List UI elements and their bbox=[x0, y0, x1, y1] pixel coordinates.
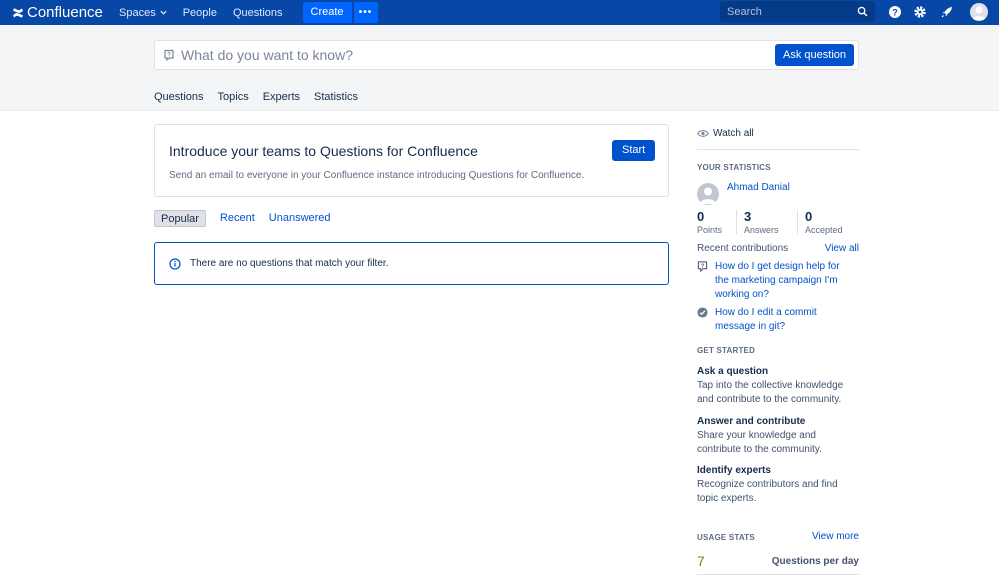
svg-text:?: ? bbox=[892, 8, 898, 18]
identify-experts-description: Recognize contributors and find topic ex… bbox=[697, 479, 838, 504]
your-statistics-heading: YOUR STATISTICS bbox=[697, 163, 771, 172]
question-bubble-icon: ? bbox=[164, 49, 174, 61]
user-name-link[interactable]: Ahmad Danial bbox=[727, 182, 790, 193]
global-search[interactable] bbox=[720, 1, 875, 22]
svg-text:?: ? bbox=[167, 53, 171, 59]
tab-questions[interactable]: Questions bbox=[154, 91, 204, 103]
stat-divider bbox=[797, 210, 798, 234]
stat-points: 0 Points bbox=[697, 209, 722, 235]
user-avatar-icon bbox=[972, 6, 986, 20]
create-button[interactable]: Create bbox=[302, 2, 352, 23]
tab-experts[interactable]: Experts bbox=[263, 91, 300, 103]
stat-accepted: 0 Accepted bbox=[805, 209, 843, 235]
answer-contribute-title: Answer and contribute bbox=[697, 416, 806, 427]
ask-question-title: Ask a question bbox=[697, 366, 769, 377]
watch-all-link[interactable]: Watch all bbox=[697, 128, 754, 139]
identify-experts-title: Identify experts bbox=[697, 465, 771, 476]
recent-contributions-heading: Recent contributions bbox=[697, 243, 789, 254]
view-all-link[interactable]: View all bbox=[825, 243, 859, 254]
divider bbox=[697, 574, 859, 575]
ask-question-input[interactable] bbox=[181, 47, 761, 63]
user-avatar[interactable] bbox=[970, 3, 988, 21]
confluence-logo[interactable]: Confluence bbox=[12, 4, 106, 21]
nav-questions[interactable]: Questions bbox=[230, 0, 286, 25]
user-profile: Ahmad Danial bbox=[697, 182, 790, 205]
empty-state-message: There are no questions that match your f… bbox=[154, 242, 669, 285]
tab-topics[interactable]: Topics bbox=[218, 91, 249, 103]
questions-header: ? Ask question Questions Topics Experts … bbox=[0, 25, 999, 111]
logo-text: Confluence bbox=[27, 4, 103, 21]
nav-spaces-label: Spaces bbox=[119, 6, 156, 19]
ask-question-description: Tap into the collective knowledge and co… bbox=[697, 380, 844, 405]
stat-divider bbox=[736, 210, 737, 234]
divider bbox=[697, 149, 859, 150]
get-started-heading: GET STARTED bbox=[697, 346, 756, 355]
settings-gear-icon[interactable] bbox=[913, 5, 927, 19]
stat-answers: 3 Answers bbox=[744, 209, 779, 235]
question-icon: ? bbox=[697, 261, 708, 272]
confluence-logo-icon bbox=[13, 7, 23, 18]
contribution-item[interactable]: ? How do I get design help for the marke… bbox=[697, 260, 855, 302]
usage-stat-label: Questions per day bbox=[771, 556, 859, 567]
ask-question-box[interactable]: ? Ask question bbox=[154, 40, 859, 70]
filter-recent[interactable]: Recent bbox=[220, 210, 255, 227]
question-filters: Popular Recent Unanswered bbox=[154, 210, 345, 227]
start-button[interactable]: Start bbox=[612, 140, 656, 161]
chevron-down-icon bbox=[160, 10, 167, 15]
filter-popular[interactable]: Popular bbox=[154, 210, 206, 227]
info-icon bbox=[169, 257, 181, 270]
profile-avatar[interactable] bbox=[697, 183, 719, 205]
stat-accepted-value: 0 bbox=[805, 209, 813, 224]
top-navigation-bar: Confluence Spaces People Questions Creat… bbox=[0, 0, 999, 25]
contribution-link[interactable]: How do I edit a commit message in git? bbox=[715, 306, 855, 334]
view-more-link[interactable]: View more bbox=[812, 531, 859, 542]
answer-contribute-description: Share your knowledge and contribute to t… bbox=[697, 430, 822, 455]
ask-question-button[interactable]: Ask question bbox=[775, 44, 854, 66]
contribution-item[interactable]: How do I edit a commit message in git? bbox=[697, 306, 855, 334]
stat-answers-label: Answers bbox=[744, 225, 779, 235]
help-icon[interactable]: ? bbox=[888, 5, 902, 19]
contribution-link[interactable]: How do I get design help for the marketi… bbox=[715, 260, 855, 302]
intro-title: Introduce your teams to Questions for Co… bbox=[169, 143, 478, 159]
stat-points-value: 0 bbox=[697, 209, 705, 224]
rocket-icon[interactable] bbox=[940, 5, 954, 19]
intro-card: Introduce your teams to Questions for Co… bbox=[154, 124, 669, 197]
stat-answers-value: 3 bbox=[744, 209, 752, 224]
search-input[interactable] bbox=[720, 5, 850, 18]
intro-description: Send an email to everyone in your Conflu… bbox=[169, 170, 585, 181]
search-icon[interactable] bbox=[857, 6, 868, 17]
usage-stats-heading: USAGE STATS bbox=[697, 533, 755, 542]
empty-state-text: There are no questions that match your f… bbox=[190, 258, 389, 269]
stat-accepted-label: Accepted bbox=[805, 225, 843, 235]
nav-spaces[interactable]: Spaces bbox=[116, 0, 170, 25]
check-circle-icon bbox=[697, 307, 708, 318]
usage-stat-value: 7 bbox=[697, 553, 705, 569]
person-icon bbox=[700, 187, 716, 204]
watch-all-label: Watch all bbox=[713, 128, 754, 139]
stat-points-label: Points bbox=[697, 225, 723, 235]
tab-statistics[interactable]: Statistics bbox=[314, 91, 358, 103]
more-create-options-button[interactable]: ••• bbox=[353, 2, 378, 23]
filter-unanswered[interactable]: Unanswered bbox=[269, 210, 331, 227]
questions-tabs: Questions Topics Experts Statistics bbox=[154, 91, 372, 103]
nav-people[interactable]: People bbox=[180, 0, 220, 25]
eye-icon bbox=[697, 130, 709, 137]
